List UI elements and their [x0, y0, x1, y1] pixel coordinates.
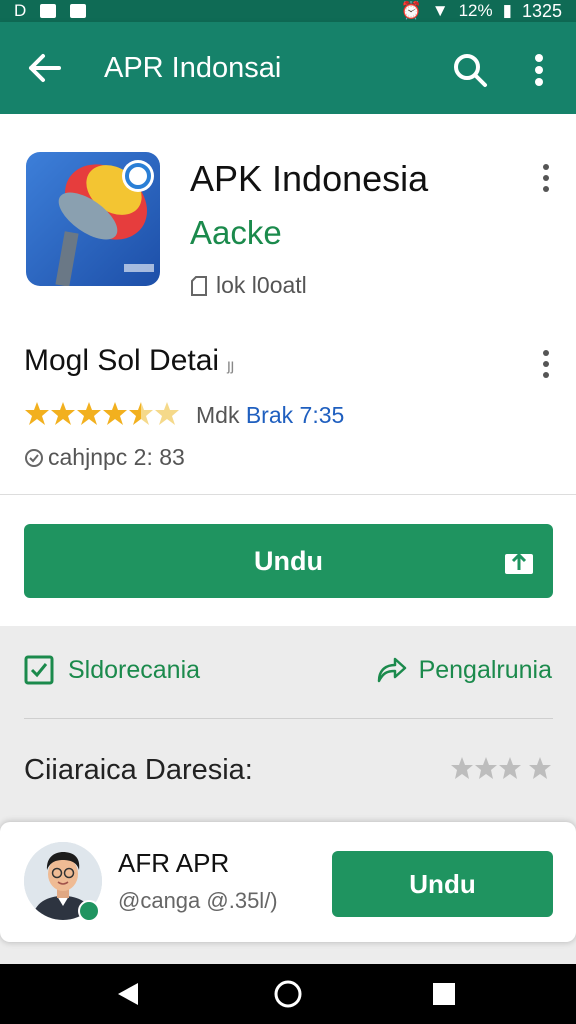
circle-home-icon: [274, 980, 302, 1008]
app-details-card: APK Indonesia Aacke lok l0oatl Mogl Sol …: [0, 114, 576, 626]
search-icon: [454, 54, 487, 87]
rating-meta: Mdk Brak 7:35: [196, 402, 344, 429]
nav-home-button[interactable]: [268, 978, 308, 1010]
check-circle-icon: [25, 448, 43, 467]
star-icon: [25, 402, 49, 425]
app-notification-icon: [70, 4, 87, 18]
meta-prefix: Mdk: [196, 402, 240, 428]
share-label: Pengalrunia: [418, 655, 552, 684]
promo-subtitle: @canga @.35l/): [118, 888, 278, 913]
file-icon: [191, 275, 207, 296]
triangle-back-icon: [118, 983, 138, 1005]
clock: 1325: [521, 0, 562, 21]
overflow-menu-button[interactable]: [522, 48, 556, 92]
developer-name[interactable]: Aacke: [190, 214, 282, 252]
info-row: cahjnpc 2: 83: [24, 444, 185, 471]
system-nav-bar: [0, 964, 576, 1024]
section-title-suffix: ȷȷ: [227, 357, 235, 374]
rating-stars: [24, 400, 180, 430]
promo-name: AFR APR: [118, 848, 230, 878]
search-button[interactable]: [448, 48, 492, 92]
back-button[interactable]: [24, 48, 64, 88]
review-stars[interactable]: [450, 756, 554, 782]
checkbox-label: Sldorecania: [68, 655, 201, 684]
download-button[interactable]: Undu: [24, 524, 553, 598]
app-size-text: lok l0oatl: [216, 272, 307, 298]
battery-text: 12%: [458, 1, 493, 20]
app-bar: APR Indonsai: [0, 22, 576, 114]
app-icon: [26, 152, 160, 286]
app-size: lok l0oatl: [190, 272, 307, 299]
download-label: Undu: [254, 546, 323, 576]
star-icon: [451, 757, 473, 779]
promo-download-button[interactable]: Undu: [332, 851, 553, 917]
app-bar-title: APR Indonsai: [104, 52, 282, 84]
app-name: APK Indonesia: [190, 158, 429, 199]
app-more-button[interactable]: [534, 158, 558, 198]
battery-icon: ▮: [502, 1, 512, 20]
nav-back-button[interactable]: [108, 978, 148, 1010]
notification-icon: [40, 4, 57, 18]
status-left-text: D: [14, 1, 27, 20]
nav-recents-button[interactable]: [424, 978, 464, 1010]
share-icon: [377, 657, 406, 683]
download-icon: [503, 546, 535, 581]
meta-link[interactable]: Brak 7:35: [246, 402, 344, 428]
verified-badge-icon: [78, 900, 100, 922]
more-vert-icon: [543, 164, 549, 170]
more-vert-icon: [543, 350, 549, 356]
promo-card: AFR APR @canga @.35l/) Undu: [0, 822, 576, 942]
alarm-icon: ⏰: [400, 1, 422, 20]
status-bar: D ⏰ ▼ 12% ▮ 1325: [0, 0, 576, 22]
section-title-text: Mogl Sol Detai: [24, 344, 220, 377]
divider: [24, 718, 553, 719]
divider: [0, 494, 576, 495]
wifi-icon: ▼: [431, 1, 449, 20]
square-recents-icon: [433, 983, 455, 1005]
section-title: Mogl Sol Detai ȷȷ: [24, 344, 234, 378]
share-action[interactable]: Pengalrunia: [375, 655, 552, 685]
checkbox-icon: [24, 655, 54, 685]
checkbox-action[interactable]: Sldorecania: [24, 655, 200, 685]
actions-row: Sldorecania Pengalrunia: [0, 645, 576, 695]
reviews-heading: Ciiaraica Daresia:: [24, 754, 253, 786]
arrow-left-icon: [29, 54, 61, 82]
info-text: cahjnpc 2: 83: [48, 444, 185, 470]
section-more-button[interactable]: [534, 344, 558, 384]
more-vert-icon: [535, 54, 543, 86]
